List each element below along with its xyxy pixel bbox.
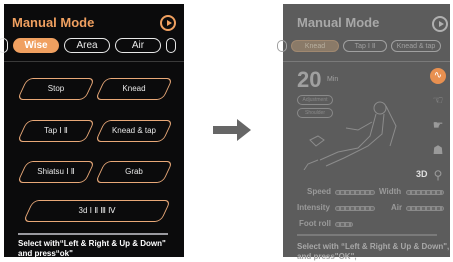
width-bar[interactable] <box>406 190 444 195</box>
divider <box>283 61 450 62</box>
timer-value: 20 <box>297 67 322 92</box>
hint-divider <box>297 234 437 236</box>
stop-button[interactable]: Stop <box>16 78 96 100</box>
tap-button[interactable]: Tap Ⅰ Ⅱ <box>16 120 96 142</box>
arrow-right-icon <box>213 119 251 141</box>
badge-3d: 3D <box>416 169 428 179</box>
speed-label: Speed <box>307 187 332 196</box>
mode-tabs: Knead Tap Ⅰ Ⅱ Knead & tap <box>277 40 441 52</box>
knead-tap-button[interactable]: Knead & tap <box>94 120 174 142</box>
air-label: Air <box>391 203 403 212</box>
width-label: Width <box>379 187 402 196</box>
knead-button[interactable]: Knead <box>94 78 174 100</box>
left-screen: Manual Mode Wise Area Air Stop Knead Tap… <box>0 4 184 258</box>
foot-roll-label: Foot roll <box>299 219 331 228</box>
tab-wise[interactable]: Wise <box>13 38 59 53</box>
play-icon[interactable] <box>432 16 448 32</box>
speed-bar[interactable] <box>335 190 375 195</box>
mode-tabs: Wise Area Air <box>0 38 176 53</box>
hint-text: Select with“Left & Right & Up & Down" an… <box>18 239 166 258</box>
page-title: Manual Mode <box>297 15 380 30</box>
tab-knead-tap[interactable]: Knead & tap <box>391 40 441 52</box>
page-title: Manual Mode <box>12 15 95 30</box>
tab-prev[interactable] <box>0 38 8 53</box>
foot-roll-bar[interactable] <box>335 222 353 227</box>
shiatsu-button[interactable]: Shiatsu Ⅰ Ⅱ <box>16 161 96 183</box>
massage-body-icon <box>303 101 397 170</box>
hint-text: Select with “Left & Right & Up & Down", … <box>297 242 450 261</box>
foot-icon[interactable]: ☗ <box>430 142 446 158</box>
intensity-bar[interactable] <box>335 206 375 211</box>
tab-prev[interactable] <box>277 40 287 52</box>
tab-knead[interactable]: Knead <box>291 40 339 52</box>
tab-tap[interactable]: Tap Ⅰ Ⅱ <box>343 40 387 52</box>
tab-area[interactable]: Area <box>64 38 110 53</box>
tab-air[interactable]: Air <box>115 38 161 53</box>
right-screen: Manual Mode Knead Tap Ⅰ Ⅱ Knead & tap 20… <box>277 4 450 261</box>
divider <box>4 61 184 62</box>
hand-icon[interactable]: ☛ <box>430 117 446 133</box>
grab-button[interactable]: Grab <box>94 161 174 183</box>
massage-mode-icon[interactable]: ∿ <box>430 68 446 84</box>
timer-unit: Min <box>327 76 339 83</box>
3d-button[interactable]: 3d Ⅰ Ⅱ Ⅲ Ⅳ <box>22 200 172 222</box>
tab-next[interactable] <box>166 38 176 53</box>
hand-icon[interactable]: ☜ <box>430 92 446 108</box>
air-bar[interactable] <box>406 206 444 211</box>
hint-divider <box>18 233 168 235</box>
intensity-label: Intensity <box>297 203 330 212</box>
foot-icon[interactable]: ⚲ <box>430 167 446 183</box>
play-icon[interactable] <box>160 15 176 31</box>
